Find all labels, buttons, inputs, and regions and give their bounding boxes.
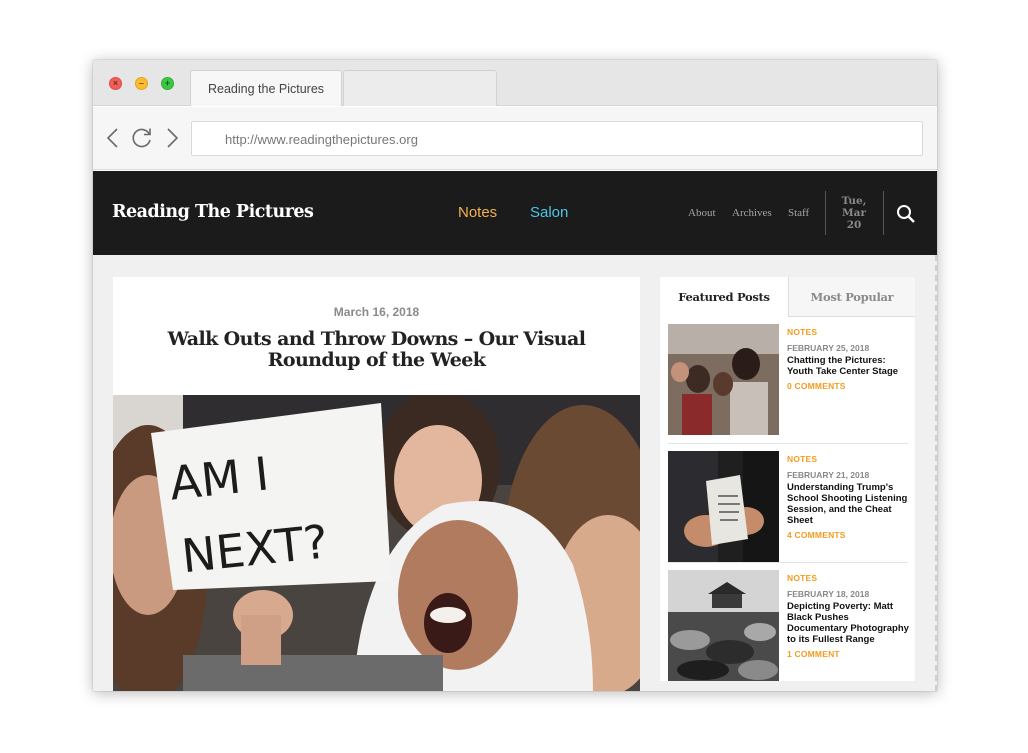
post-title[interactable]: Chatting the Pictures: Youth Take Center… — [787, 355, 909, 392]
close-window-button[interactable]: × — [109, 77, 122, 90]
page-body: March 16, 2018 Walk Outs and Throw Downs… — [93, 255, 937, 691]
article-card: March 16, 2018 Walk Outs and Throw Downs… — [113, 277, 640, 691]
site-header: Reading The Pictures Notes Salon About A… — [93, 171, 937, 255]
search-icon — [897, 205, 915, 223]
header-divider — [883, 191, 884, 235]
post-comments-link[interactable]: 0 COMMENTS — [787, 381, 909, 392]
close-icon: × — [112, 78, 119, 88]
nav-salon[interactable]: Salon — [530, 204, 568, 221]
browser-tab-active[interactable]: Reading the Pictures — [190, 70, 342, 106]
maximize-icon: + — [164, 78, 171, 88]
reload-icon — [132, 128, 151, 148]
minimize-window-button[interactable]: – — [135, 77, 148, 90]
post-category[interactable]: NOTES — [787, 327, 817, 337]
browser-tab-new[interactable] — [343, 70, 497, 106]
tab-featured-posts[interactable]: Featured Posts — [660, 277, 788, 317]
date-month: Mar — [842, 207, 866, 219]
maximize-window-button[interactable]: + — [161, 77, 174, 90]
post-thumbnail[interactable] — [668, 451, 779, 562]
header-divider — [825, 191, 826, 235]
tab-most-popular[interactable]: Most Popular — [788, 277, 915, 317]
date-day: Tue, — [841, 195, 867, 207]
post-category[interactable]: NOTES — [787, 454, 817, 464]
forward-arrow-icon — [167, 128, 179, 148]
post-date: FEBRUARY 21, 2018 — [787, 470, 870, 480]
post-comments-link[interactable]: 4 COMMENTS — [787, 530, 909, 541]
browser-window: × – + Reading the Pictures http://www.re… — [93, 60, 937, 691]
post-divider — [668, 562, 908, 563]
post-thumbnail[interactable] — [668, 570, 779, 681]
post-comments-link[interactable]: 1 COMMENT — [787, 649, 909, 660]
back-arrow-icon — [106, 128, 118, 148]
date-number: 20 — [846, 219, 862, 231]
post-title[interactable]: Depicting Poverty: Matt Black Pushes Doc… — [787, 601, 909, 660]
forward-button[interactable] — [159, 125, 185, 151]
title-bar: × – + Reading the Pictures — [93, 60, 937, 106]
post-divider — [668, 443, 908, 444]
sidebar: Featured Posts Most Popular NOTES FEBRUA… — [660, 277, 915, 681]
nav-staff[interactable]: Staff — [788, 207, 809, 219]
nav-about[interactable]: About — [688, 207, 716, 219]
post-thumbnail[interactable] — [668, 324, 779, 435]
post-date: FEBRUARY 18, 2018 — [787, 589, 870, 599]
post-title-text[interactable]: Depicting Poverty: Matt Black Pushes Doc… — [787, 601, 909, 645]
site-logo[interactable]: Reading The Pictures — [112, 202, 314, 222]
post-title[interactable]: Understanding Trump's School Shooting Li… — [787, 482, 909, 541]
header-date: Tue, Mar 20 — [835, 195, 873, 231]
article-title[interactable]: Walk Outs and Throw Downs – Our Visual R… — [153, 329, 600, 371]
nav-notes[interactable]: Notes — [458, 204, 497, 221]
url-text: http://www.readingthepictures.org — [225, 132, 418, 147]
back-button[interactable] — [101, 125, 127, 151]
tab-title: Reading the Pictures — [208, 82, 325, 96]
post-date: FEBRUARY 25, 2018 — [787, 343, 870, 353]
search-button[interactable] — [896, 204, 916, 224]
reload-button[interactable] — [129, 125, 155, 151]
svg-text:AM I: AM I — [167, 446, 271, 510]
address-bar[interactable]: http://www.readingthepictures.org — [191, 121, 923, 156]
post-title-text[interactable]: Chatting the Pictures: Youth Take Center… — [787, 355, 909, 377]
browser-toolbar: http://www.readingthepictures.org — [93, 107, 937, 170]
post-title-text[interactable]: Understanding Trump's School Shooting Li… — [787, 482, 909, 526]
post-category[interactable]: NOTES — [787, 573, 817, 583]
article-hero-image[interactable]: AM I NEXT? — [113, 395, 640, 691]
minimize-icon: – — [138, 78, 144, 88]
nav-archives[interactable]: Archives — [732, 207, 772, 219]
article-date: March 16, 2018 — [333, 305, 420, 319]
